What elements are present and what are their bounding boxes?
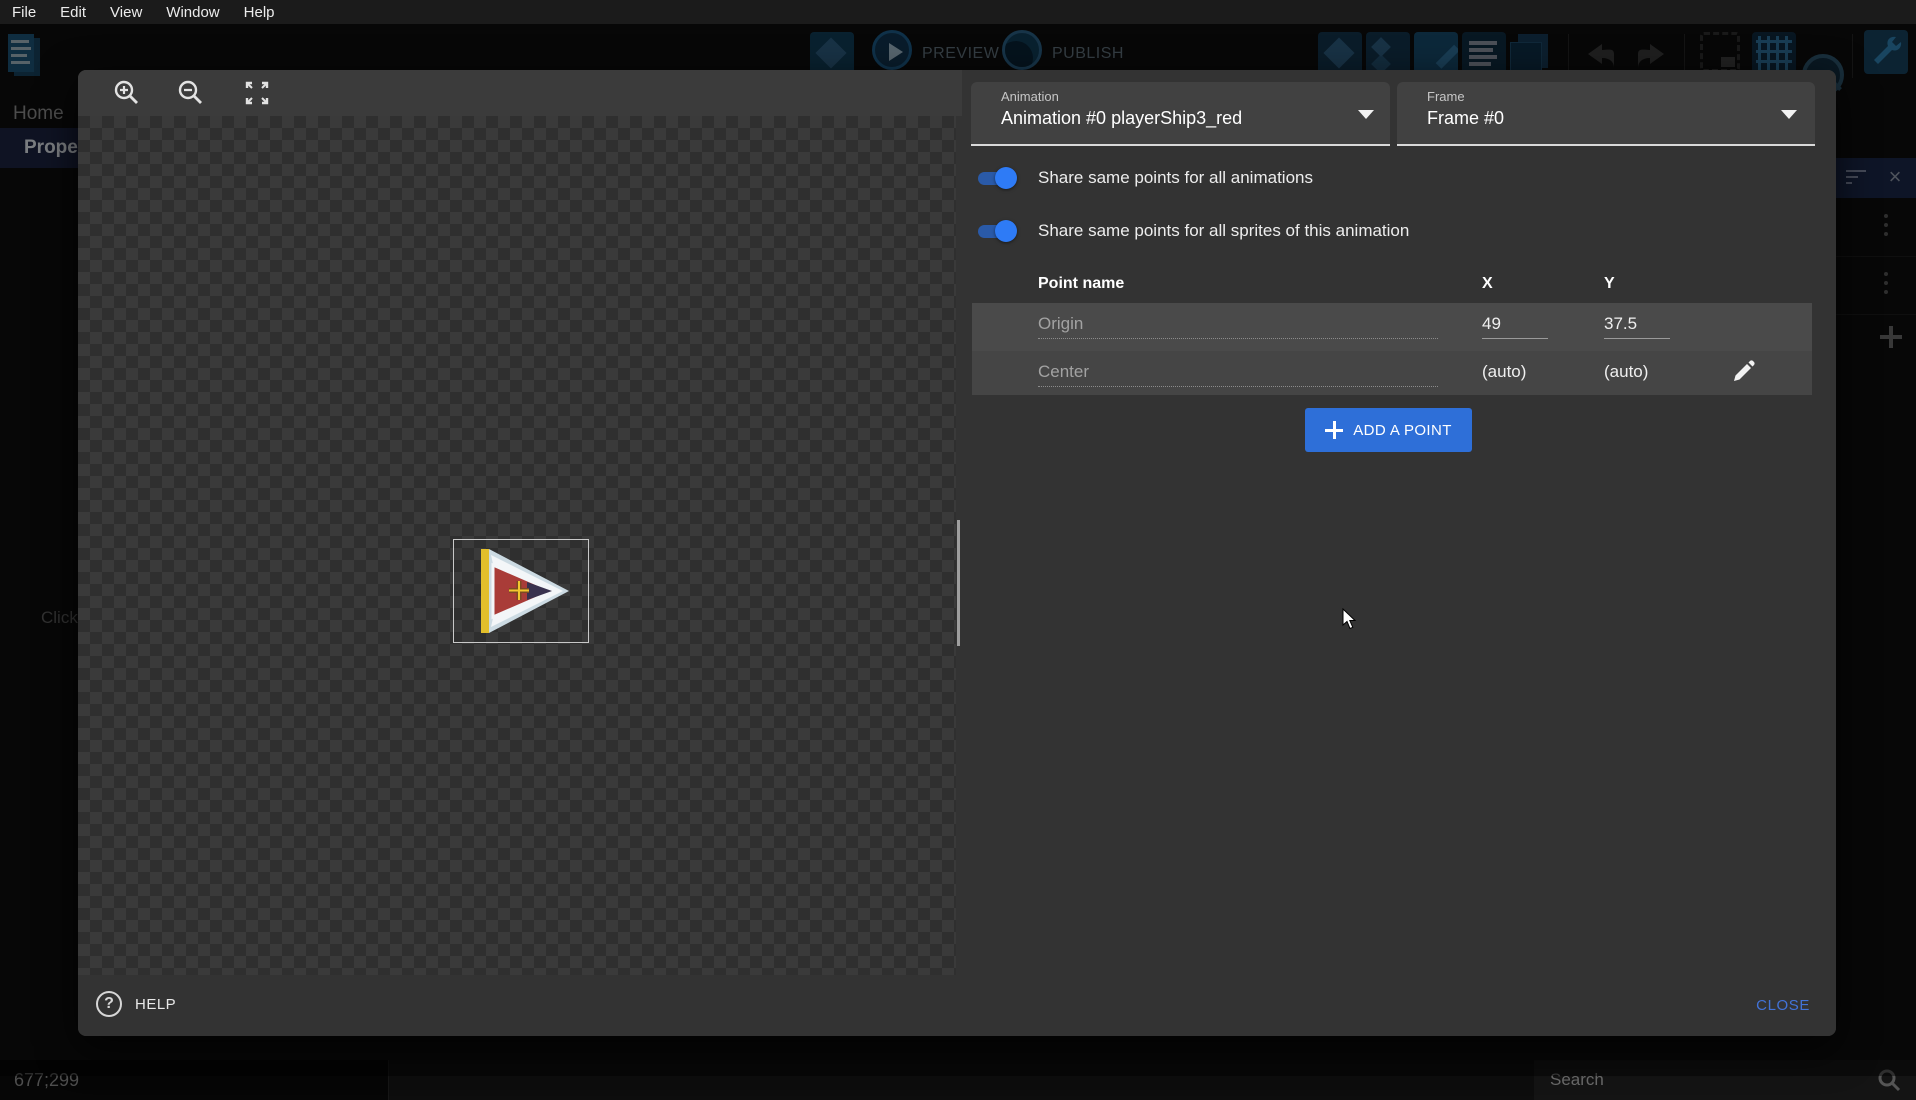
frame-select-label: Frame <box>1427 89 1465 104</box>
point-x-field[interactable]: 49 <box>1482 314 1548 339</box>
menu-edit[interactable]: Edit <box>48 0 98 24</box>
table-row-origin[interactable]: Origin 49 37.5 <box>972 303 1812 351</box>
y-header: Y <box>1604 275 1615 293</box>
animation-select-label: Animation <box>1001 89 1059 104</box>
edit-points-dialog: Animation Animation #0 playerShip3_red F… <box>78 70 1836 1036</box>
sprite-preview[interactable] <box>453 539 589 643</box>
points-panel: Animation Animation #0 playerShip3_red F… <box>962 70 1836 975</box>
menu-view[interactable]: View <box>98 0 154 24</box>
frame-select[interactable]: Frame Frame #0 <box>1397 82 1815 146</box>
point-name-field[interactable]: Origin <box>1038 314 1438 339</box>
add-a-point-button[interactable]: ADD A POINT <box>1305 408 1472 452</box>
zoom-out-button[interactable] <box>175 77 207 109</box>
zoom-in-button[interactable] <box>111 77 143 109</box>
x-header: X <box>1482 275 1493 293</box>
menu-window[interactable]: Window <box>154 0 231 24</box>
help-icon: ? <box>96 991 122 1017</box>
mouse-cursor <box>1342 608 1358 635</box>
menu-help[interactable]: Help <box>232 0 287 24</box>
share-all-sprites-toggle[interactable] <box>978 218 1016 244</box>
share-all-sprites-label: Share same points for all sprites of thi… <box>1038 221 1409 241</box>
share-all-animations-label: Share same points for all animations <box>1038 168 1313 188</box>
point-name-field[interactable]: Center <box>1038 362 1438 387</box>
dialog-footer: ? HELP CLOSE <box>78 975 1836 1036</box>
chevron-down-icon <box>1358 110 1374 119</box>
expand-icon <box>243 79 271 107</box>
zoom-in-icon <box>113 79 141 107</box>
table-row-center[interactable]: Center (auto) (auto) <box>972 351 1812 395</box>
sprite-canvas[interactable] <box>78 116 962 975</box>
fit-to-screen-button[interactable] <box>241 77 273 109</box>
share-all-animations-toggle[interactable] <box>978 165 1016 191</box>
pencil-icon <box>1728 357 1758 387</box>
zoom-out-icon <box>177 79 205 107</box>
help-button[interactable]: ? HELP <box>96 991 176 1017</box>
menu-file[interactable]: File <box>0 0 48 24</box>
canvas-toolbar <box>78 70 962 116</box>
chevron-down-icon <box>1781 110 1797 119</box>
add-a-point-label: ADD A POINT <box>1353 422 1452 439</box>
canvas-scrollbar-thumb[interactable] <box>957 520 960 646</box>
point-x-field[interactable]: (auto) <box>1482 362 1548 386</box>
point-y-field[interactable]: 37.5 <box>1604 314 1670 339</box>
animation-select[interactable]: Animation Animation #0 playerShip3_red <box>971 82 1390 146</box>
point-y-field[interactable]: (auto) <box>1604 362 1670 386</box>
frame-select-value: Frame #0 <box>1427 108 1504 129</box>
share-points-all-sprites-row: Share same points for all sprites of thi… <box>978 218 1409 244</box>
menu-bar: File Edit View Window Help <box>0 0 1916 24</box>
edit-point-button[interactable] <box>1728 357 1758 387</box>
points-table-header: Point name X Y <box>972 265 1812 303</box>
plus-icon <box>1325 421 1343 439</box>
help-label: HELP <box>135 996 176 1013</box>
share-points-all-animations-row: Share same points for all animations <box>978 165 1313 191</box>
close-button[interactable]: CLOSE <box>1756 997 1810 1014</box>
animation-select-value: Animation #0 playerShip3_red <box>1001 108 1242 129</box>
point-name-header: Point name <box>1038 275 1124 293</box>
